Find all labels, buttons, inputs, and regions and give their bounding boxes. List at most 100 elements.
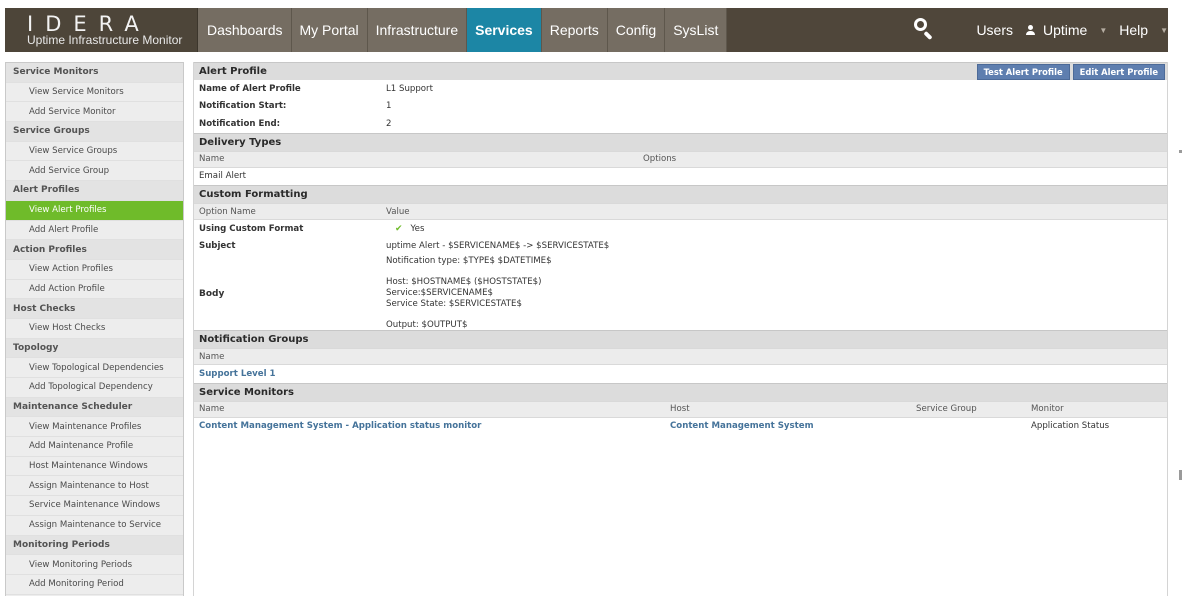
- sidebar-item-add-alert-profile[interactable]: Add Alert Profile: [6, 221, 183, 241]
- sidebar-item-service-maintenance-windows[interactable]: Service Maintenance Windows: [6, 496, 183, 516]
- sidebar-item-view-maintenance-profiles[interactable]: View Maintenance Profiles: [6, 417, 183, 438]
- section-title: Custom Formatting: [199, 189, 308, 200]
- edit-alert-profile-button[interactable]: Edit Alert Profile: [1072, 64, 1165, 80]
- sidebar-item-view-topological-dependencies[interactable]: View Topological Dependencies: [6, 358, 183, 378]
- test-alert-profile-button[interactable]: Test Alert Profile: [976, 64, 1070, 80]
- section-notification-groups: Notification Groups: [194, 330, 1167, 348]
- chevron-down-icon: ▼: [1099, 25, 1108, 35]
- table-header: Name Host Service Group Monitor: [194, 400, 1167, 418]
- action-buttons: Test Alert Profile Edit Alert Profile: [976, 64, 1165, 80]
- nav-item-dashboards[interactable]: Dashboards: [198, 8, 292, 52]
- column-header-host: Host: [670, 404, 690, 414]
- nav-item-config[interactable]: Config: [607, 8, 666, 52]
- uptime-label: Uptime: [1043, 22, 1088, 38]
- sidebar-item-view-alert-profiles[interactable]: View Alert Profiles: [6, 200, 183, 221]
- table-row: Support Level 1: [194, 365, 1167, 383]
- nav-item-my-portal[interactable]: My Portal: [291, 8, 368, 52]
- table-row: Email Alert: [194, 168, 1167, 186]
- field-value: L1 Support: [386, 83, 433, 94]
- table-row: Content Management System - Application …: [194, 418, 1167, 436]
- table-row: Subject uptime Alert - $SERVICENAME$ -> …: [194, 238, 1167, 256]
- sidebar-header: Service Groups: [6, 122, 183, 142]
- users-menu[interactable]: Users: [976, 22, 1013, 38]
- user-icon: [1025, 24, 1035, 36]
- field-value: 1: [386, 101, 392, 112]
- sidebar-header: Service Monitors: [6, 63, 183, 83]
- sidebar-header: Monitoring Periods: [6, 535, 183, 556]
- field-row: Notification Start: 1: [194, 98, 1167, 116]
- help-menu[interactable]: Help ▼: [1119, 22, 1168, 38]
- sidebar-item-view-action-profiles[interactable]: View Action Profiles: [6, 260, 183, 280]
- section-custom-formatting: Custom Formatting: [194, 185, 1167, 203]
- field-label: Notification Start:: [199, 101, 287, 112]
- section-title: Notification Groups: [199, 334, 309, 345]
- field-label: Name of Alert Profile: [199, 83, 301, 94]
- nav-item-syslist[interactable]: SysList: [665, 8, 728, 52]
- sidebar-header: Alert Profiles: [6, 181, 183, 201]
- column-header-monitor: Monitor: [1031, 404, 1064, 414]
- sidebar-item-assign-maintenance-to-service[interactable]: Assign Maintenance to Service: [6, 516, 183, 536]
- search-icon[interactable]: [910, 15, 940, 45]
- sidebar-item-add-topological-dependency[interactable]: Add Topological Dependency: [6, 378, 183, 398]
- top-bar: IDERA Uptime Infrastructure Monitor Dash…: [0, 0, 1182, 58]
- service-monitor-link[interactable]: Content Management System - Application …: [199, 421, 481, 431]
- app-logo[interactable]: IDERA Uptime Infrastructure Monitor: [5, 8, 198, 52]
- section-delivery-types: Delivery Types: [194, 132, 1167, 151]
- body-line: Host: $HOSTNAME$ ($HOSTSTATE$): [386, 277, 542, 287]
- option-value: ✔ Yes: [386, 224, 424, 234]
- body-row: Body Notification type: $TYPE$ $DATETIME…: [194, 255, 1167, 330]
- sidebar-item-view-host-checks[interactable]: View Host Checks: [6, 319, 183, 339]
- help-label: Help: [1119, 22, 1149, 38]
- sidebar-item-add-maintenance-profile[interactable]: Add Maintenance Profile: [6, 437, 183, 457]
- sidebar-item-host-maintenance-windows[interactable]: Host Maintenance Windows: [6, 457, 183, 477]
- using-custom-format-value: Yes: [410, 223, 425, 234]
- notification-group-link[interactable]: Support Level 1: [199, 369, 276, 379]
- column-header-name: Name: [199, 404, 225, 414]
- main-menu: Dashboards My Portal Infrastructure Serv…: [198, 8, 728, 52]
- body-line: Notification type: $TYPE$ $DATETIME$: [386, 256, 552, 266]
- option-label: Subject: [199, 241, 236, 252]
- section-title: Delivery Types: [199, 136, 282, 148]
- field-value: 2: [386, 118, 392, 129]
- users-label: Users: [976, 22, 1013, 38]
- column-header-value: Value: [386, 206, 410, 217]
- monitor-type: Application Status: [1031, 421, 1110, 432]
- sidebar-header: Host Checks: [6, 299, 183, 319]
- sidebar: Service Monitors View Service Monitors A…: [5, 62, 184, 596]
- uptime-user-menu[interactable]: Uptime ▼: [1025, 22, 1107, 38]
- nav-item-reports[interactable]: Reports: [541, 8, 608, 52]
- nav-item-services[interactable]: Services: [467, 8, 542, 52]
- column-header-name: Name: [199, 351, 225, 362]
- table-row: Using Custom Format ✔ Yes: [194, 220, 1167, 238]
- sidebar-item-add-service-group[interactable]: Add Service Group: [6, 161, 183, 182]
- column-header-option-name: Option Name: [199, 206, 256, 217]
- body-line: Service:$SERVICENAME$: [386, 288, 493, 298]
- sidebar-header: Maintenance Scheduler: [6, 397, 183, 418]
- delivery-type-name: Email Alert: [199, 171, 247, 182]
- table-header: Name: [194, 348, 1167, 365]
- table-header: Option Name Value: [194, 203, 1167, 220]
- sidebar-item-add-action-profile[interactable]: Add Action Profile: [6, 280, 183, 300]
- section-service-monitors: Service Monitors: [194, 382, 1167, 401]
- nav-item-infrastructure[interactable]: Infrastructure: [367, 8, 468, 52]
- body-value: Notification type: $TYPE$ $DATETIME$ Hos…: [386, 256, 552, 331]
- section-title: Service Monitors: [199, 386, 294, 398]
- field-label: Notification End:: [199, 118, 281, 129]
- section-title: Alert Profile: [199, 66, 267, 77]
- option-label: Using Custom Format: [199, 223, 304, 234]
- sidebar-item-add-service-monitor[interactable]: Add Service Monitor: [6, 102, 183, 123]
- host-link[interactable]: Content Management System: [670, 421, 814, 431]
- sidebar-item-assign-maintenance-to-host[interactable]: Assign Maintenance to Host: [6, 476, 183, 497]
- sidebar-header: Action Profiles: [6, 240, 183, 260]
- sidebar-item-view-monitoring-periods[interactable]: View Monitoring Periods: [6, 555, 183, 575]
- main-content: Alert Profile Test Alert Profile Edit Al…: [193, 62, 1168, 596]
- sidebar-item-add-monitoring-period[interactable]: Add Monitoring Period: [6, 575, 183, 595]
- sidebar-item-view-service-groups[interactable]: View Service Groups: [6, 142, 183, 162]
- chevron-down-icon: ▼: [1160, 25, 1168, 35]
- sidebar-item-view-service-monitors[interactable]: View Service Monitors: [6, 83, 183, 103]
- right-menu: Users Uptime ▼ Help ▼: [910, 8, 1168, 52]
- body-line: Service State: $SERVICESTATE$: [386, 299, 522, 309]
- column-header-options: Options: [643, 154, 677, 164]
- logo-subtitle: Uptime Infrastructure Monitor: [27, 33, 183, 47]
- field-row: Notification End: 2: [194, 115, 1167, 133]
